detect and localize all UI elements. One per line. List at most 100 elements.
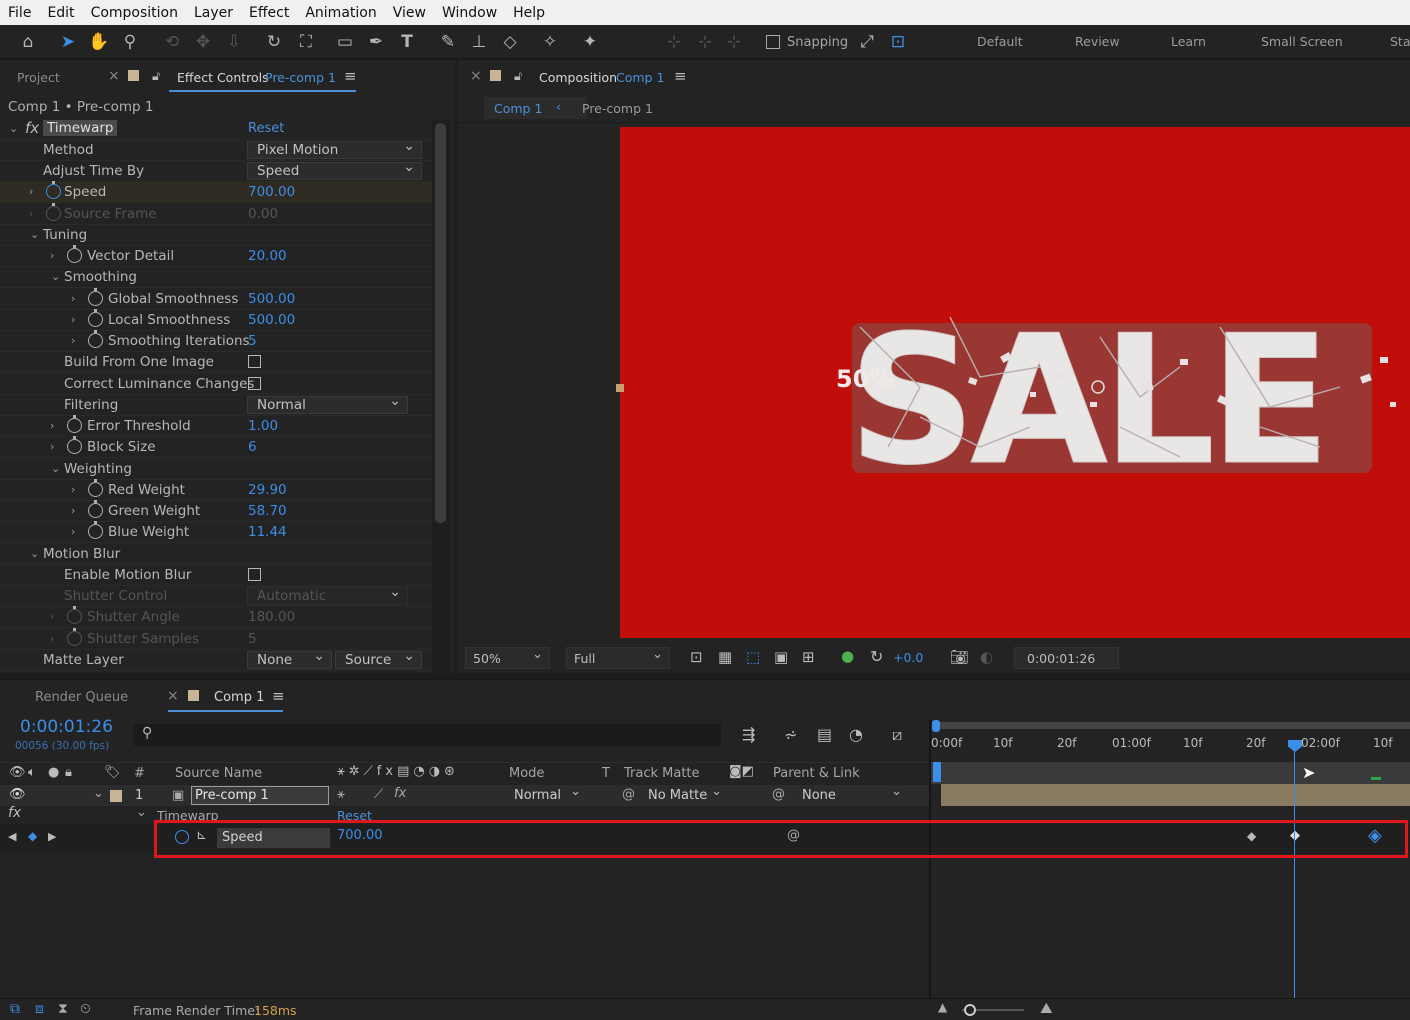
scrollbar-track[interactable]: [432, 120, 450, 673]
snapping-checkbox[interactable]: [766, 35, 780, 49]
layer-label-color[interactable]: [110, 790, 122, 802]
rotate-tool-icon[interactable]: ↻: [262, 30, 286, 54]
tab-project[interactable]: Project: [17, 70, 60, 85]
close-icon[interactable]: ×: [108, 68, 120, 84]
row-smoothing[interactable]: ⌄ Smoothing: [0, 267, 432, 288]
mask-visibility-icon[interactable]: ⬚: [746, 648, 760, 666]
workspace-default[interactable]: Default: [977, 34, 1023, 49]
work-area-bar[interactable]: [935, 722, 1410, 729]
home-icon[interactable]: ⌂: [16, 30, 40, 54]
correct-luminance-checkbox[interactable]: [248, 377, 261, 390]
playhead-line[interactable]: [1294, 740, 1295, 998]
parent-pickwhip-icon[interactable]: @: [772, 787, 785, 802]
column-mode[interactable]: Mode: [509, 766, 544, 781]
tab-render-queue[interactable]: Render Queue: [35, 690, 128, 705]
column-track-matte[interactable]: Track Matte: [624, 766, 700, 781]
zoom-slider-thumb[interactable]: [964, 1004, 976, 1016]
speed-value[interactable]: 700.00: [248, 184, 295, 200]
snapshot-camera-icon[interactable]: 📷︎: [950, 648, 969, 666]
menu-view[interactable]: View: [385, 5, 434, 21]
breadcrumb-precomp[interactable]: Pre-comp 1: [582, 101, 653, 116]
layer-expand-chevron[interactable]: ⌄: [93, 786, 104, 801]
channel-icon[interactable]: ●: [841, 647, 854, 665]
effect-expand-chevron[interactable]: ⌄: [136, 805, 147, 820]
breadcrumb-comp1-label[interactable]: Comp 1: [494, 101, 542, 116]
panel-menu-icon[interactable]: ≡: [272, 687, 285, 705]
track-matte-pickwhip-icon[interactable]: @: [622, 787, 635, 802]
eraser-tool-icon[interactable]: ◇: [498, 30, 522, 54]
tab-composition[interactable]: Composition: [539, 70, 617, 85]
transparency-grid-icon[interactable]: ▦: [718, 648, 732, 666]
adjust-time-dropdown[interactable]: Speed: [247, 159, 422, 180]
current-time-display[interactable]: 0:00:01:26: [20, 717, 113, 737]
layer-duration-bar[interactable]: [941, 784, 1410, 806]
menu-composition[interactable]: Composition: [83, 5, 186, 21]
menu-edit[interactable]: Edit: [39, 5, 82, 21]
workspace-small-screen[interactable]: Small Screen: [1261, 34, 1343, 49]
menu-window[interactable]: Window: [434, 5, 505, 21]
selection-tool-icon[interactable]: ➤: [56, 30, 80, 54]
stopwatch-active-icon[interactable]: [46, 181, 61, 199]
snap-grid-icon[interactable]: ⊡: [886, 30, 910, 54]
close-icon[interactable]: ×: [167, 688, 179, 704]
fx-icon[interactable]: fx: [8, 805, 21, 821]
render-time-icon[interactable]: ⏲: [80, 1001, 91, 1017]
scrollbar-thumb[interactable]: [435, 123, 446, 523]
grid-guides-icon[interactable]: ⊞: [802, 648, 815, 666]
search-input[interactable]: ⚲: [134, 724, 721, 746]
panel-menu-icon[interactable]: ≡: [674, 67, 687, 85]
stopwatch-icon[interactable]: [67, 245, 82, 263]
panel-menu-icon[interactable]: ≡: [344, 67, 357, 85]
effect-toggle-icon[interactable]: fx: [394, 786, 406, 801]
prev-keyframe-icon[interactable]: ◀: [8, 830, 16, 843]
graph-editor-icon[interactable]: ⧄: [892, 725, 902, 745]
effect-reset-link[interactable]: Reset: [248, 121, 284, 136]
layer-visibility-icon[interactable]: 👁︎: [9, 787, 26, 802]
draft-3d-icon[interactable]: ⩫: [784, 725, 797, 744]
workspace-review[interactable]: Review: [1075, 34, 1120, 49]
pan-tool-icon[interactable]: ✥: [191, 30, 215, 54]
composition-canvas[interactable]: SALE 50%: [620, 127, 1410, 638]
reset-exposure-icon[interactable]: ↻: [870, 647, 883, 666]
zoom-dropdown[interactable]: 50% ⌄: [465, 647, 550, 669]
snap-edges-icon[interactable]: ⤢: [855, 30, 879, 54]
collapse-transform-icon[interactable]: ⚹: [337, 787, 345, 802]
add-keyframe-icon[interactable]: ◆: [28, 829, 37, 843]
zoom-tool-icon[interactable]: ⚲: [118, 30, 142, 54]
timecode-field[interactable]: 0:00:01:26: [1014, 647, 1119, 669]
toggle-modes-icon[interactable]: ⧈: [35, 1001, 44, 1017]
toggle-in-out-icon[interactable]: ⧗: [58, 1001, 68, 1017]
puppet-pin-icon[interactable]: ✦: [578, 30, 602, 54]
visibility-icon[interactable]: 👁︎: [9, 765, 26, 780]
frame-blending-icon[interactable]: ▤: [817, 725, 832, 744]
brush-tool-icon[interactable]: ✎: [436, 30, 460, 54]
row-tuning[interactable]: ⌄ Tuning: [0, 225, 432, 246]
axis-world-icon[interactable]: ⊹: [693, 30, 717, 54]
column-parent-link[interactable]: Parent & Link: [773, 766, 860, 781]
effect-controls-target[interactable]: Pre-comp 1: [265, 70, 336, 85]
dolly-tool-icon[interactable]: ⇩: [222, 30, 246, 54]
menu-animation[interactable]: Animation: [297, 5, 384, 21]
enable-motion-blur-checkbox[interactable]: [248, 568, 261, 581]
axis-local-icon[interactable]: ⊹: [662, 30, 686, 54]
solo-icon[interactable]: ●: [48, 765, 59, 780]
time-ruler[interactable]: 0:00f 10f 20f 01:00f 10f 20f 02:00f 10f: [931, 720, 1410, 762]
fast-preview-icon[interactable]: ⊡: [690, 648, 703, 666]
menu-layer[interactable]: Layer: [186, 5, 241, 21]
stopwatch-icon[interactable]: [88, 330, 103, 348]
orbit-tool-icon[interactable]: ⟲: [160, 30, 184, 54]
next-keyframe-icon[interactable]: ▶: [48, 830, 56, 843]
label-tag-icon[interactable]: 🏷︎: [104, 765, 121, 780]
build-from-one-image-checkbox[interactable]: [248, 355, 261, 368]
stopwatch-icon[interactable]: [88, 288, 103, 306]
workspace-more[interactable]: Sta: [1390, 34, 1410, 49]
track-matte-dropdown[interactable]: No Matte ⌄: [644, 784, 724, 805]
tab-comp1[interactable]: Comp 1: [214, 690, 264, 705]
stopwatch-icon[interactable]: [67, 415, 82, 433]
stopwatch-icon[interactable]: [88, 521, 103, 539]
work-area-marker[interactable]: [933, 762, 941, 782]
lock-icon[interactable]: 🔓︎: [152, 68, 160, 84]
workspace-learn[interactable]: Learn: [1171, 34, 1206, 49]
timeline-empty-area[interactable]: [931, 854, 1410, 998]
hand-tool-icon[interactable]: ✋: [87, 30, 111, 54]
